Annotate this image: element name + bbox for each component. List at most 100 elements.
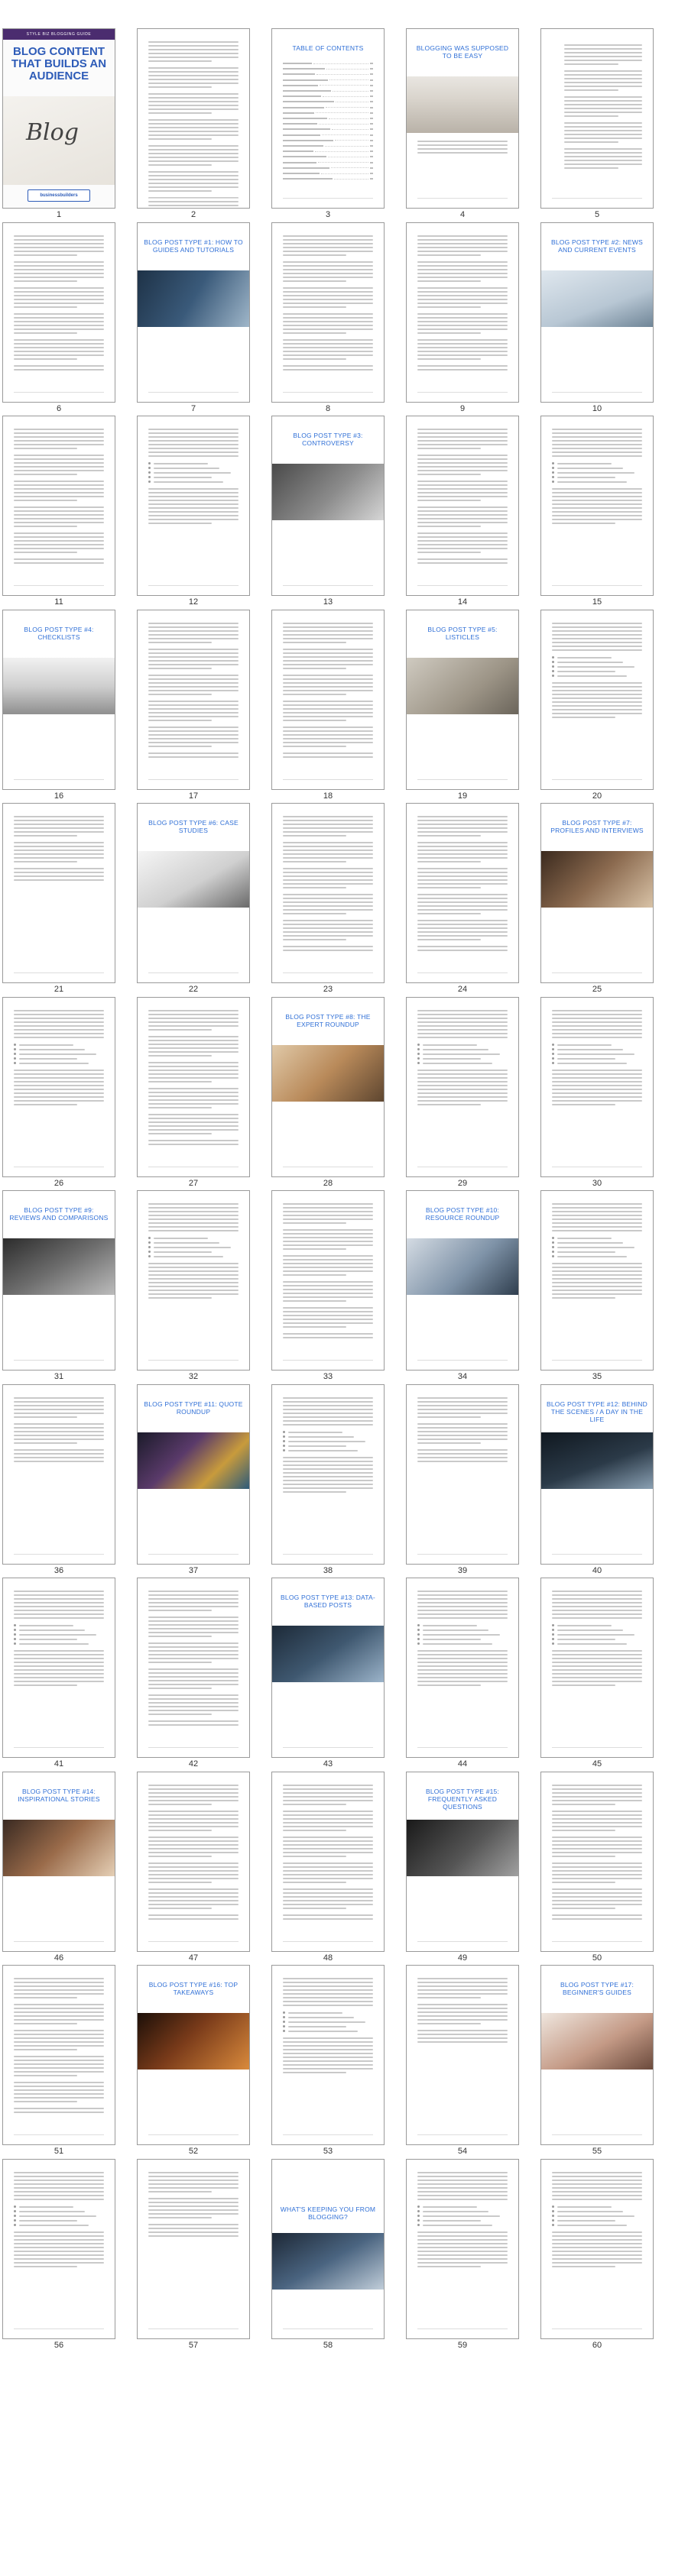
page-thumbnail-33[interactable] [271,1190,385,1371]
page-thumbnail-8[interactable] [271,222,385,403]
page-thumbnail-29[interactable] [406,997,519,1177]
text-line [14,1617,104,1619]
body-text [417,1591,508,1688]
page-thumbnail-9[interactable] [406,222,519,403]
page-thumbnail-24[interactable] [406,803,519,983]
toc-entry[interactable] [283,144,373,148]
toc-entry[interactable] [283,66,373,71]
page-number-label: 40 [592,1566,602,1575]
page-thumbnail-55[interactable]: BLOG POST TYPE #17: BEGINNER'S GUIDES [540,1965,654,2145]
page-thumbnail-17[interactable] [137,610,250,790]
page-thumbnail-15[interactable] [540,416,654,596]
page-thumbnail-52[interactable]: BLOG POST TYPE #16: TOP TAKEAWAYS [137,1965,250,2145]
text-line [148,1270,239,1272]
section-photo [272,1626,384,1682]
text-line [283,849,373,851]
page-thumbnail-23[interactable] [271,803,385,983]
page-thumbnail-46[interactable]: BLOG POST TYPE #14: INSPIRATIONAL STORIE… [2,1772,115,1952]
page-thumbnail-18[interactable] [271,610,385,790]
page-thumbnail-57[interactable] [137,2159,250,2339]
page-thumbnail-37[interactable]: BLOG POST TYPE #11: QUOTE ROUNDUP [137,1384,250,1565]
text-line [283,2049,373,2050]
page-thumbnail-54[interactable] [406,1965,519,2145]
text-line [283,901,373,903]
page-thumbnail-32[interactable] [137,1190,250,1371]
page-thumbnail-36[interactable] [2,1384,115,1565]
page-thumbnail-30[interactable] [540,997,654,1177]
page-thumbnail-51[interactable] [2,1965,115,2145]
bullet-item [552,670,642,672]
page-thumbnail-38[interactable] [271,1384,385,1565]
page-thumbnail-49[interactable]: BLOG POST TYPE #15: FREQUENTLY ASKED QUE… [406,1772,519,1952]
text-line [564,89,619,91]
toc-entry[interactable] [283,171,373,176]
toc-entry[interactable] [283,111,373,115]
toc-entry[interactable] [283,133,373,138]
page-thumbnail-34[interactable]: BLOG POST TYPE #10: RESOURCE ROUNDUP [406,1190,519,1371]
page-thumbnail-10[interactable]: BLOG POST TYPE #2: NEWS AND CURRENT EVEN… [540,222,654,403]
toc-entry[interactable] [283,116,373,121]
toc-entry[interactable] [283,72,373,76]
toc-entry[interactable] [283,105,373,110]
toc-entry[interactable] [283,94,373,99]
page-thumbnail-2[interactable] [137,28,250,209]
page-thumbnail-40[interactable]: BLOG POST TYPE #12: BEHIND THE SCENES / … [540,1384,654,1565]
text-line [283,1281,373,1283]
text-line [14,1669,104,1671]
page-thumbnail-39[interactable] [406,1384,519,1565]
page-thumbnail-13[interactable]: BLOG POST TYPE #3: CONTROVERSY [271,416,385,596]
page-thumbnail-26[interactable] [2,997,115,1177]
page-thumbnail-42[interactable] [137,1578,250,1758]
page-thumbnail-25[interactable]: BLOG POST TYPE #7: PROFILES AND INTERVIE… [540,803,654,983]
page-thumbnail-44[interactable] [406,1578,519,1758]
page-thumbnail-45[interactable] [540,1578,654,1758]
page-thumbnail-27[interactable] [137,997,250,1177]
toc-entry[interactable] [283,149,373,154]
text-line [552,690,642,691]
toc-entry[interactable] [283,121,373,126]
page-thumbnail-60[interactable] [540,2159,654,2339]
page-thumbnail-3[interactable]: TABLE OF CONTENTS [271,28,385,209]
toc-entry[interactable] [283,61,373,66]
page-thumbnail-35[interactable] [540,1190,654,1371]
page-thumbnail-19[interactable]: BLOG POST TYPE #5: LISTICLES [406,610,519,790]
toc-entry[interactable] [283,138,373,143]
page-thumbnail-50[interactable] [540,1772,654,1952]
page-thumbnail-22[interactable]: BLOG POST TYPE #6: CASE STUDIES [137,803,250,983]
page-thumbnail-16[interactable]: BLOG POST TYPE #4: CHECKLISTS [2,610,115,790]
page-thumbnail-11[interactable] [2,416,115,596]
toc-entry[interactable] [283,176,373,181]
toc-entry[interactable] [283,78,373,83]
page-footer-rule [552,198,642,199]
page-thumbnail-31[interactable]: BLOG POST TYPE #9: REVIEWS AND COMPARISO… [2,1190,115,1371]
toc-entry[interactable] [283,99,373,104]
toc-entry[interactable] [283,127,373,131]
page-thumbnail-47[interactable] [137,1772,250,1952]
page-thumbnail-5[interactable] [540,28,654,209]
page-thumbnail-56[interactable] [2,2159,115,2339]
page-thumbnail-58[interactable]: WHAT'S KEEPING YOU FROM BLOGGING? [271,2159,385,2339]
page-thumbnail-59[interactable] [406,2159,519,2339]
page-thumbnail-28[interactable]: BLOG POST TYPE #8: THE EXPERT ROUNDUP [271,997,385,1177]
text-line [283,656,373,658]
toc-entry[interactable] [283,160,373,165]
page-thumbnail-12[interactable] [137,416,250,596]
toc-entry[interactable] [283,83,373,88]
page-thumbnail-14[interactable] [406,416,519,596]
page-thumbnail-43[interactable]: BLOG POST TYPE #13: DATA-BASED POSTS [271,1578,385,1758]
text-line [417,506,508,508]
page-footer-rule [417,392,508,393]
toc-entry[interactable] [283,89,373,93]
page-thumbnail-7[interactable]: BLOG POST TYPE #1: HOW TO GUIDES AND TUT… [137,222,250,403]
toc-entry[interactable] [283,166,373,170]
toc-entry[interactable] [283,154,373,159]
page-thumbnail-4[interactable]: BLOGGING WAS SUPPOSED TO BE EASY [406,28,519,209]
page-thumbnail-20[interactable] [540,610,654,790]
page-thumbnail-21[interactable] [2,803,115,983]
page-thumbnail-48[interactable] [271,1772,385,1952]
page-thumbnail-41[interactable] [2,1578,115,1758]
page-thumbnail-6[interactable] [2,222,115,403]
text-line [417,1081,508,1083]
page-thumbnail-53[interactable] [271,1965,385,2145]
page-thumbnail-1[interactable]: STYLE BIZ BLOGGING GUIDE BLOG CONTENT THA… [2,28,115,209]
